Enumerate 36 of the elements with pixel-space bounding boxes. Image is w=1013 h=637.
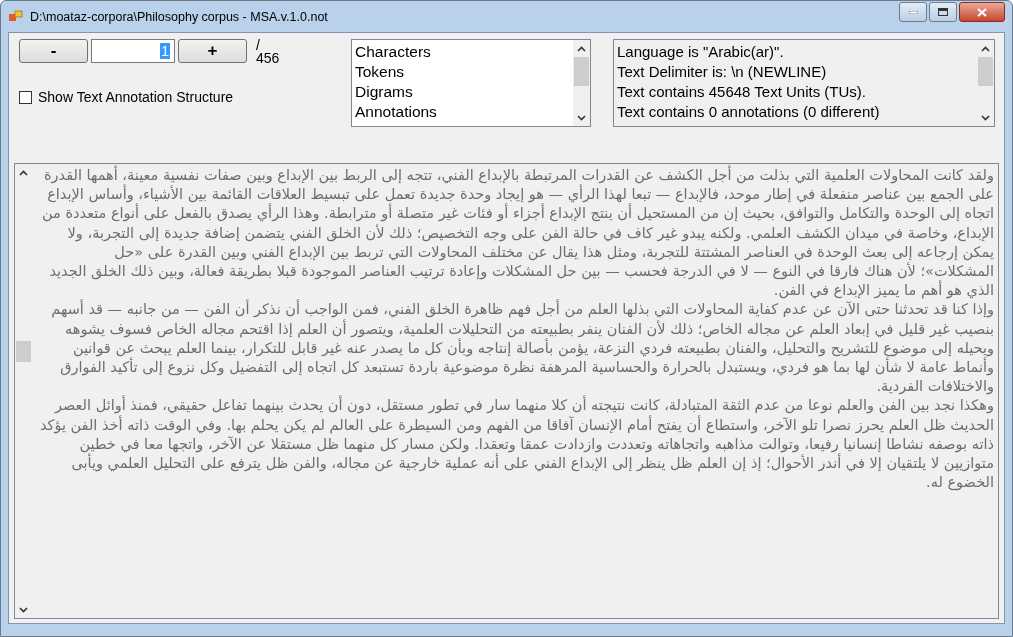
- previous-button[interactable]: -: [19, 39, 88, 63]
- paragraph: وهكذا نجد بين الفن والعلم نوعا من عدم الثقة المتبادلة، كانت نتيجته أن كلا منهما سار في تطور مستقل، دون أن يحدث بينهما تفاعل حقيقي، فمنذ أوائل العصر الحديث ظل العلم يحرز نصرا تلو الآخر، واستطاع أن يفتح أمام الإنسان آفاقا من الفهم ومن السيطرة على العالم لم يكن يحلم بها. وفي الوقت ذاته أخذ الفن يؤكد ذاته بوصفه نشاطا إنسانيا رفيعا، وتوالت مذاهبه واتجاهاته وتعددت وازدادت عمقا وتعقدا. ولكن مسار كل منهما ظل مستقلا عن الآخر، واتجها معا في خطين متوازيين لا يلتقيان إلا في أندر الأحوال؛ إذ إن العلم ظل ينظر إلى الإبداع الفني على أنه عملية خارجية عن مجاله، والفن ظل يترفع على التحليل العلمي ويأبى الخضوع له.: [38, 396, 994, 493]
- info-line: Text contains 0 annotations (0 different): [617, 102, 881, 122]
- maximize-icon: [938, 8, 948, 16]
- list-item[interactable]: Annotations: [355, 102, 570, 122]
- list-item[interactable]: Characters: [355, 42, 570, 62]
- minimize-icon: [908, 10, 918, 14]
- view-list[interactable]: Characters Tokens Digrams Annotations: [351, 39, 591, 127]
- app-icon: [8, 9, 24, 24]
- caret-up-icon: [981, 45, 990, 52]
- caret-down-icon: [577, 114, 586, 121]
- caret-down-icon: [981, 114, 990, 121]
- paragraph: ولقد كانت المحاولات العلمية التي بذلت من أجل الكشف عن القدرات المرتبطة بالإبداع الفني، تتجه إلى الربط بين الإبداع وبين صفات نفسية معينة، أهمها القدرة على الجمع بين عناصر منفعلة في إطار موحد، فالإبداع — تبعا لهذا الرأي — هو إيجاد وحدة جديدة تعمل على تبسيط العلاقات القائمة بين الأشياء، وأساس الإبداع اتجاه إلى الوحدة والتكامل والتوافق، بحيث إن من المستحيل أن ينتج الإبداع أجزاء أو فئات غير متصلة أو مترابطة. وهذا الرأي يصدق بالفعل على أنواع متعددة من الإبداع، وخاصة في ميدان الكشف العلمي. ولكنه يبدو غير كاف في حالة الفن على وجه التخصيص؛ ذلك لأن الخلق الفني يتضمن إضافة جديدة إلى التجربة، ولا يمكن إرجاعه إلى بعث الوحدة في العناصر المشتتة للتجربة، ومثل هذا يقال عن مختلف المحاولات التي تربط بين الإبداع الفني وبين القدرة على «حل المشكلات»؛ لأن هناك فارقا في النوع — لا في الدرجة فحسب — بين حل المشكلات وإعادة ترتيب العناصر الموجودة قبلا بطريقة فعالة، وبين ذلك الخلق الجديد الذي هو أهم ما يميز الإبداع في الفن.: [41, 166, 994, 299]
- window-title: D:\moataz-corpora\Philosophy corpus - MSA.v.1.0.not: [30, 9, 329, 24]
- checkbox[interactable]: [19, 90, 32, 104]
- scrollbar-thumb[interactable]: [574, 57, 589, 86]
- checkbox-label[interactable]: Show Text Annotation Structure: [38, 89, 234, 105]
- info-line: Language is "Arabic(ar)".: [617, 42, 785, 62]
- caret-down-icon: [19, 606, 28, 613]
- maximize-button[interactable]: [929, 2, 957, 22]
- minimize-button[interactable]: [899, 2, 927, 22]
- next-button[interactable]: +: [178, 39, 247, 63]
- paragraph: وإذا كنا قد تحدثنا حتى الآن عن عدم كفاية المحاولات التي بذلها العلم من أجل فهم ظاهرة الخلق الفني، فمن الواجب أن نذكر أن الفن — من جانبه — قد أسهم بنصيب غير قليل في إبعاد العلم عن مجاله الخاص؛ ذلك لأن الفنان ينفر بطبيعته من التحليلات العلمية، ويتصور أن العلم إذا اقتحم مجاله الخاص فسوف يشوهه ويحيله إلى موضوع للتشريح والتحليل، والفنان بطبيعته فردي النزعة، يؤمن بأصالة إنتاجه وبأن كل ما يصدر عنه غير قابل للتكرار، بينما العلم يبحث عن قوانين وأنماط عامة لا شأن لها بما هو فردي، ويستبدل بالحرارة والحساسية المرهفة نظرة موضوعية باردة تستبعد كل اتجاه إلى التفضيل وكل نزوع إلى تأكيد الفوارق والاختلافات الفردية.: [50, 300, 994, 395]
- page-total: 456: [256, 52, 280, 65]
- list-item[interactable]: Digrams: [355, 82, 570, 102]
- close-icon: [977, 7, 987, 17]
- info-line: Text contains 45648 Text Units (TUs).: [617, 82, 867, 102]
- close-button[interactable]: [959, 2, 1005, 22]
- caret-up-icon: [577, 45, 586, 52]
- caret-up-icon: [19, 169, 28, 176]
- page-separator: /: [256, 39, 261, 52]
- info-line: Text Delimiter is: \n (NEWLINE): [617, 62, 828, 82]
- text-area[interactable]: [14, 163, 999, 619]
- scrollbar-thumb[interactable]: [978, 57, 993, 86]
- list-item[interactable]: Tokens: [355, 62, 570, 82]
- scrollbar-thumb[interactable]: [16, 340, 31, 362]
